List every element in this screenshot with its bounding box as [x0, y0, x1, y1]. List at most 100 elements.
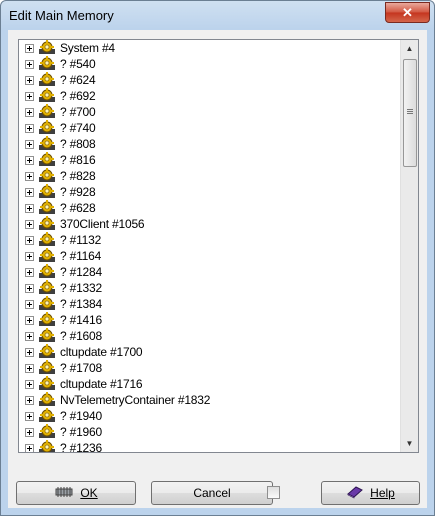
tree-item[interactable]: ? #1236 [19, 440, 401, 453]
expand-plus-icon[interactable] [25, 44, 34, 53]
tree-item-label: ? #1284 [60, 265, 102, 279]
expand-plus-icon[interactable] [25, 108, 34, 117]
tree-item-label: ? #1416 [60, 313, 102, 327]
tree-item-label: ? #1384 [60, 297, 102, 311]
expand-plus-icon[interactable] [25, 348, 34, 357]
close-button[interactable]: ✕ [385, 2, 430, 23]
tree-item[interactable]: ? #1960 [19, 424, 401, 440]
tree-item[interactable]: ? #1384 [19, 296, 401, 312]
expand-plus-icon[interactable] [25, 300, 34, 309]
tree-item[interactable]: NvTelemetryContainer #1832 [19, 392, 401, 408]
close-icon: ✕ [402, 4, 413, 20]
gear-icon [38, 120, 56, 136]
tree-item-label: ? #1940 [60, 409, 102, 423]
expand-plus-icon[interactable] [25, 444, 34, 452]
expand-plus-icon[interactable] [25, 188, 34, 197]
tree-item[interactable]: System #4 [19, 40, 401, 56]
expand-plus-icon[interactable] [25, 412, 34, 421]
tree-item[interactable]: ? #808 [19, 136, 401, 152]
tree-item[interactable]: ? #828 [19, 168, 401, 184]
tree-item[interactable]: ? #1132 [19, 232, 401, 248]
tree-item-label: ? #692 [60, 89, 96, 103]
expand-plus-icon[interactable] [25, 316, 34, 325]
process-tree[interactable]: System #4 ? #540 ? #624 ? #692 ? #700 ? #740?… [18, 39, 419, 453]
tree-item-label: cltupdate #1716 [60, 377, 143, 391]
title-bar[interactable]: Edit Main Memory ✕ [1, 1, 434, 31]
tree-item-label: cltupdate #1700 [60, 345, 143, 359]
chip-icon [54, 486, 74, 501]
gear-icon [38, 216, 56, 232]
expand-plus-icon[interactable] [25, 252, 34, 261]
tree-item[interactable]: ? #692 [19, 88, 401, 104]
gear-icon [38, 280, 56, 296]
tree-item-label: ? #928 [60, 185, 96, 199]
tree-item[interactable]: ? #1940 [19, 408, 401, 424]
ok-button[interactable]: OK [16, 481, 136, 505]
tree-item-label: ? #540 [60, 57, 96, 71]
tree-item[interactable]: ? #740 [19, 120, 401, 136]
expand-plus-icon[interactable] [25, 380, 34, 389]
expand-plus-icon[interactable] [25, 76, 34, 85]
tree-rows: System #4 ? #540 ? #624 ? #692 ? #700 ? #740?… [19, 40, 401, 453]
gear-icon [38, 264, 56, 280]
tree-item[interactable]: ? #816 [19, 152, 401, 168]
scroll-up-icon[interactable]: ▲ [401, 40, 418, 57]
expand-plus-icon[interactable] [25, 396, 34, 405]
tree-item[interactable]: ? #1164 [19, 248, 401, 264]
edit-memory-dialog: Edit Main Memory ✕ System #4 ? #540 ? #624… [0, 0, 435, 516]
option-checkbox[interactable] [267, 486, 280, 499]
gear-icon [38, 200, 56, 216]
tree-item[interactable]: ? #700 [19, 104, 401, 120]
tree-item[interactable]: cltupdate #1716 [19, 376, 401, 392]
gear-icon [38, 440, 56, 452]
help-button[interactable]: Help [321, 481, 420, 505]
tree-item[interactable]: ? #1332 [19, 280, 401, 296]
expand-plus-icon[interactable] [25, 172, 34, 181]
gear-icon [38, 136, 56, 152]
gear-icon [38, 56, 56, 72]
gear-icon [38, 232, 56, 248]
gear-icon [38, 152, 56, 168]
gear-icon [38, 184, 56, 200]
tree-item-label: 370Client #1056 [60, 217, 145, 231]
ok-label: OK [80, 486, 98, 500]
tree-item[interactable]: 370Client #1056 [19, 216, 401, 232]
expand-plus-icon[interactable] [25, 156, 34, 165]
expand-plus-icon[interactable] [25, 236, 34, 245]
tree-item[interactable]: ? #1608 [19, 328, 401, 344]
expand-plus-icon[interactable] [25, 60, 34, 69]
scroll-thumb[interactable] [403, 59, 417, 167]
tree-item[interactable]: ? #1284 [19, 264, 401, 280]
tree-item[interactable]: ? #1416 [19, 312, 401, 328]
tree-item[interactable]: cltupdate #1700 [19, 344, 401, 360]
tree-item-label: ? #1132 [60, 233, 102, 247]
tree-item-label: ? #1236 [60, 441, 102, 453]
expand-plus-icon[interactable] [25, 220, 34, 229]
gear-icon [38, 376, 56, 392]
book-icon [346, 485, 364, 502]
expand-plus-icon[interactable] [25, 364, 34, 373]
gear-icon [38, 360, 56, 376]
gear-icon [38, 392, 56, 408]
gear-icon [38, 312, 56, 328]
expand-plus-icon[interactable] [25, 124, 34, 133]
tree-item[interactable]: ? #628 [19, 200, 401, 216]
vertical-scrollbar[interactable]: ▲ ▼ [400, 40, 418, 452]
expand-plus-icon[interactable] [25, 92, 34, 101]
tree-item[interactable]: ? #624 [19, 72, 401, 88]
gear-icon [38, 424, 56, 440]
scroll-down-icon[interactable]: ▼ [401, 435, 418, 452]
tree-item-label: ? #1332 [60, 281, 102, 295]
expand-plus-icon[interactable] [25, 284, 34, 293]
expand-plus-icon[interactable] [25, 140, 34, 149]
tree-item[interactable]: ? #540 [19, 56, 401, 72]
tree-item[interactable]: ? #1708 [19, 360, 401, 376]
expand-plus-icon[interactable] [25, 268, 34, 277]
expand-plus-icon[interactable] [25, 204, 34, 213]
thumb-grip [407, 109, 413, 110]
cancel-button[interactable]: Cancel [151, 481, 273, 505]
tree-item[interactable]: ? #928 [19, 184, 401, 200]
expand-plus-icon[interactable] [25, 332, 34, 341]
expand-plus-icon[interactable] [25, 428, 34, 437]
cancel-label: Cancel [193, 486, 231, 500]
